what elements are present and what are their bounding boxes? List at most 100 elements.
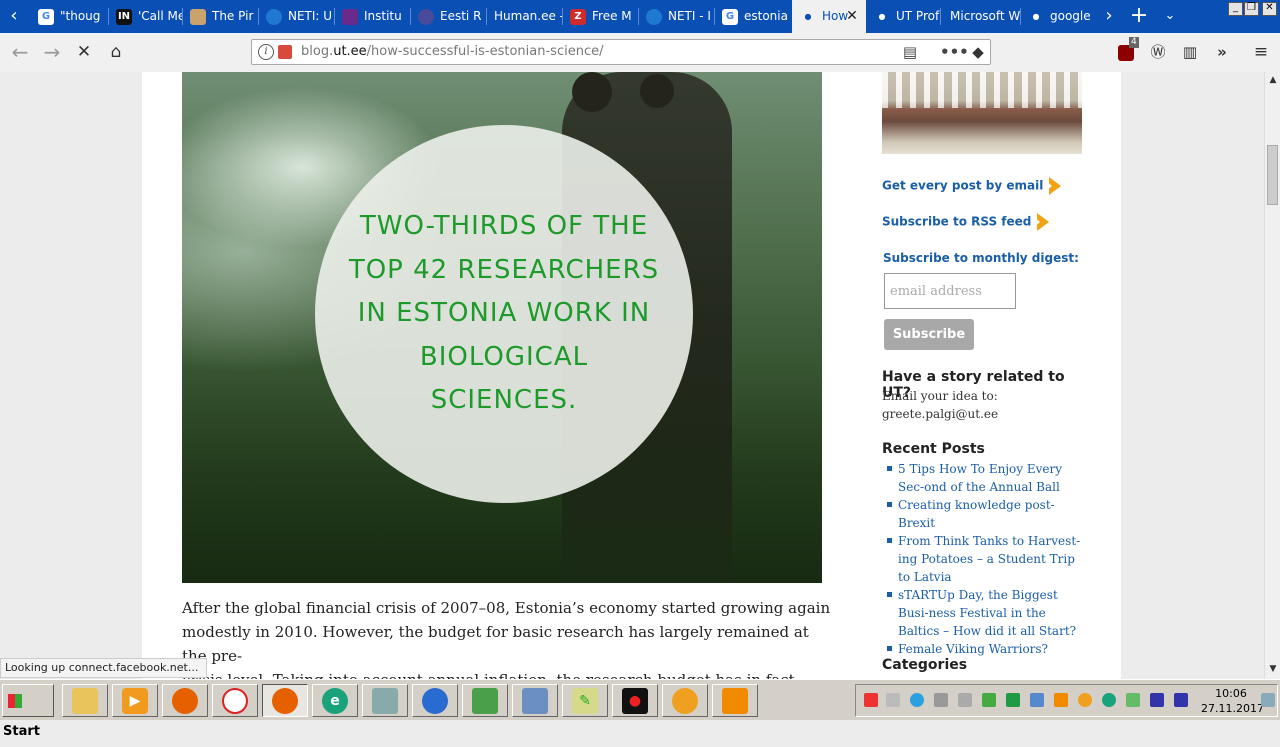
- email-field[interactable]: [884, 273, 1016, 309]
- recent-post-link[interactable]: Female Viking Warriors?: [882, 640, 1082, 658]
- reader-view-icon[interactable]: ▤: [900, 42, 920, 62]
- extension-w-icon[interactable]: Ⓦ: [1147, 41, 1169, 63]
- pocket-icon[interactable]: ◆: [968, 42, 988, 62]
- page-actions-icon[interactable]: •••: [940, 42, 969, 62]
- stop-icon[interactable]: ✕: [70, 38, 98, 66]
- network-icon[interactable]: [934, 693, 948, 707]
- tray-icon[interactable]: [1078, 693, 1092, 707]
- tray-icon[interactable]: [1006, 693, 1020, 707]
- rss-subscribe-link[interactable]: Subscribe to RSS feed: [882, 213, 1050, 231]
- taskbar-app-opera[interactable]: [212, 684, 258, 717]
- taskbar-app-search[interactable]: [662, 684, 708, 717]
- forward-icon[interactable]: →: [38, 38, 66, 66]
- scroll-down-icon[interactable]: ▼: [1266, 662, 1280, 676]
- list-all-tabs-icon[interactable]: ⌄: [1158, 0, 1182, 33]
- tray-icon[interactable]: [1102, 693, 1116, 707]
- sidebar-toggle-icon[interactable]: ▥: [1179, 41, 1201, 63]
- taskbar-app-notepad[interactable]: ✎: [562, 684, 608, 717]
- tray-icon[interactable]: [886, 693, 900, 707]
- restore-icon[interactable]: ❐: [1244, 2, 1259, 16]
- taskbar-app-seamonkey[interactable]: [412, 684, 458, 717]
- tab-active[interactable]: ● How ✕: [792, 0, 866, 33]
- new-tab-icon[interactable]: +: [1126, 0, 1152, 33]
- tab-8[interactable]: Z Free M: [562, 0, 638, 33]
- taskbar-app-installer[interactable]: [362, 684, 408, 717]
- taskbar-app-media[interactable]: ▶: [112, 684, 158, 717]
- tab-4[interactable]: NETI: U: [258, 0, 334, 33]
- tracking-protection-icon[interactable]: [278, 45, 292, 59]
- recent-post-link[interactable]: Creating knowledge post-Brexit: [882, 496, 1082, 532]
- url-bar[interactable]: i blog.ut.ee/how-successful-is-estonian-…: [251, 39, 991, 65]
- tab-6[interactable]: Eesti R: [410, 0, 486, 33]
- taskbar-app-windows[interactable]: [462, 684, 508, 717]
- tray-icon[interactable]: [1174, 693, 1188, 707]
- home-icon[interactable]: ⌂: [102, 38, 130, 66]
- recent-post-link[interactable]: From Think Tanks to Harvest-ing Potatoes…: [882, 532, 1082, 586]
- recent-posts-list: 5 Tips How To Enjoy Every Sec-ond of the…: [882, 460, 1082, 658]
- tab-12[interactable]: ● UT Prof: [866, 0, 940, 33]
- bear-ear: [640, 74, 674, 108]
- tab-9[interactable]: NETI - I: [638, 0, 714, 33]
- tab-1[interactable]: G "thoug: [30, 0, 108, 33]
- tabs-scroll-left-icon[interactable]: ‹: [0, 0, 28, 33]
- tray-icon[interactable]: [910, 693, 924, 707]
- taskbar-app-vlc[interactable]: [712, 684, 758, 717]
- page-scrollbar[interactable]: ▲ ▼: [1264, 72, 1280, 679]
- tray-icon[interactable]: [1126, 693, 1140, 707]
- taskbar-app-explorer[interactable]: [62, 684, 108, 717]
- taskbar-app-control[interactable]: [512, 684, 558, 717]
- site-info-icon[interactable]: i: [258, 44, 274, 60]
- tab-3[interactable]: The Pir: [182, 0, 258, 33]
- close-window-icon[interactable]: ✕: [1262, 2, 1277, 16]
- tab-5[interactable]: Institu: [334, 0, 410, 33]
- start-button[interactable]: Start: [2, 684, 54, 739]
- close-tab-icon[interactable]: ✕: [844, 9, 860, 25]
- page-viewport: TWO-THIRDS OF THE TOP 42 RESEARCHERS IN …: [0, 72, 1264, 679]
- taskbar-app-firefox[interactable]: [162, 684, 208, 717]
- tray-icon[interactable]: [1030, 693, 1044, 707]
- tab-10[interactable]: Gestonia: [714, 0, 792, 33]
- back-icon[interactable]: ←: [6, 38, 34, 66]
- categories-heading: Categories: [882, 657, 968, 673]
- tray-icon[interactable]: [1054, 693, 1068, 707]
- arrow-right-icon: [1033, 213, 1050, 231]
- recent-post-link[interactable]: sTARTUp Day, the Biggest Busi-ness Festi…: [882, 586, 1082, 640]
- tab-2[interactable]: IN 'Call Me: [108, 0, 182, 33]
- tray-icon[interactable]: [1150, 693, 1164, 707]
- hamburger-menu-icon[interactable]: ≡: [1250, 41, 1272, 63]
- story-text: Email your idea to:: [882, 389, 998, 403]
- tab-13[interactable]: Microsoft W: [940, 0, 1020, 33]
- tray-icon[interactable]: [982, 693, 996, 707]
- firefox-icon: [172, 688, 198, 714]
- scroll-up-icon[interactable]: ▲: [1266, 73, 1280, 87]
- firefox-icon: [272, 688, 298, 714]
- zotero-icon: Z: [570, 8, 586, 25]
- show-desktop-icon[interactable]: [1261, 693, 1275, 707]
- scrollbar-thumb[interactable]: [1267, 145, 1278, 205]
- volume-icon[interactable]: [958, 693, 972, 707]
- clock[interactable]: 10:06 27.11.2017: [1201, 686, 1264, 716]
- recent-post-link[interactable]: 5 Tips How To Enjoy Every Sec-ond of the…: [882, 460, 1082, 496]
- tray-icon[interactable]: [864, 693, 878, 707]
- indesign-icon: IN: [116, 8, 132, 25]
- taskbar-app-firefox-active[interactable]: [262, 684, 308, 717]
- email-subscribe-link[interactable]: Get every post by email: [882, 177, 1062, 195]
- windows-icon: [8, 693, 22, 708]
- tabs-scroll-right-icon[interactable]: ›: [1098, 0, 1120, 33]
- minimize-icon[interactable]: _: [1228, 2, 1243, 16]
- quote-circle: TWO-THIRDS OF THE TOP 42 RESEARCHERS IN …: [315, 125, 693, 503]
- tab-14[interactable]: ● google: [1020, 0, 1096, 33]
- ublock-icon[interactable]: 4: [1115, 37, 1139, 63]
- navigation-toolbar: ← → ✕ ⌂ i blog.ut.ee/how-successful-is-e…: [0, 33, 1280, 73]
- subscribe-button[interactable]: Subscribe: [884, 319, 974, 350]
- hero-quote-line: TWO-THIRDS OF THE: [359, 211, 649, 241]
- tab-7[interactable]: Human.ee -: [486, 0, 562, 33]
- taskbar-app-recorder[interactable]: ●: [612, 684, 658, 717]
- taskbar-app-eesti[interactable]: e: [312, 684, 358, 717]
- system-tray: 10:06 27.11.2017: [855, 684, 1278, 717]
- group-photo[interactable]: [882, 72, 1082, 154]
- opera-icon: [222, 688, 248, 714]
- overflow-menu-icon[interactable]: »: [1211, 41, 1233, 63]
- media-player-icon: ▶: [122, 688, 148, 714]
- vlc-icon: [722, 688, 748, 714]
